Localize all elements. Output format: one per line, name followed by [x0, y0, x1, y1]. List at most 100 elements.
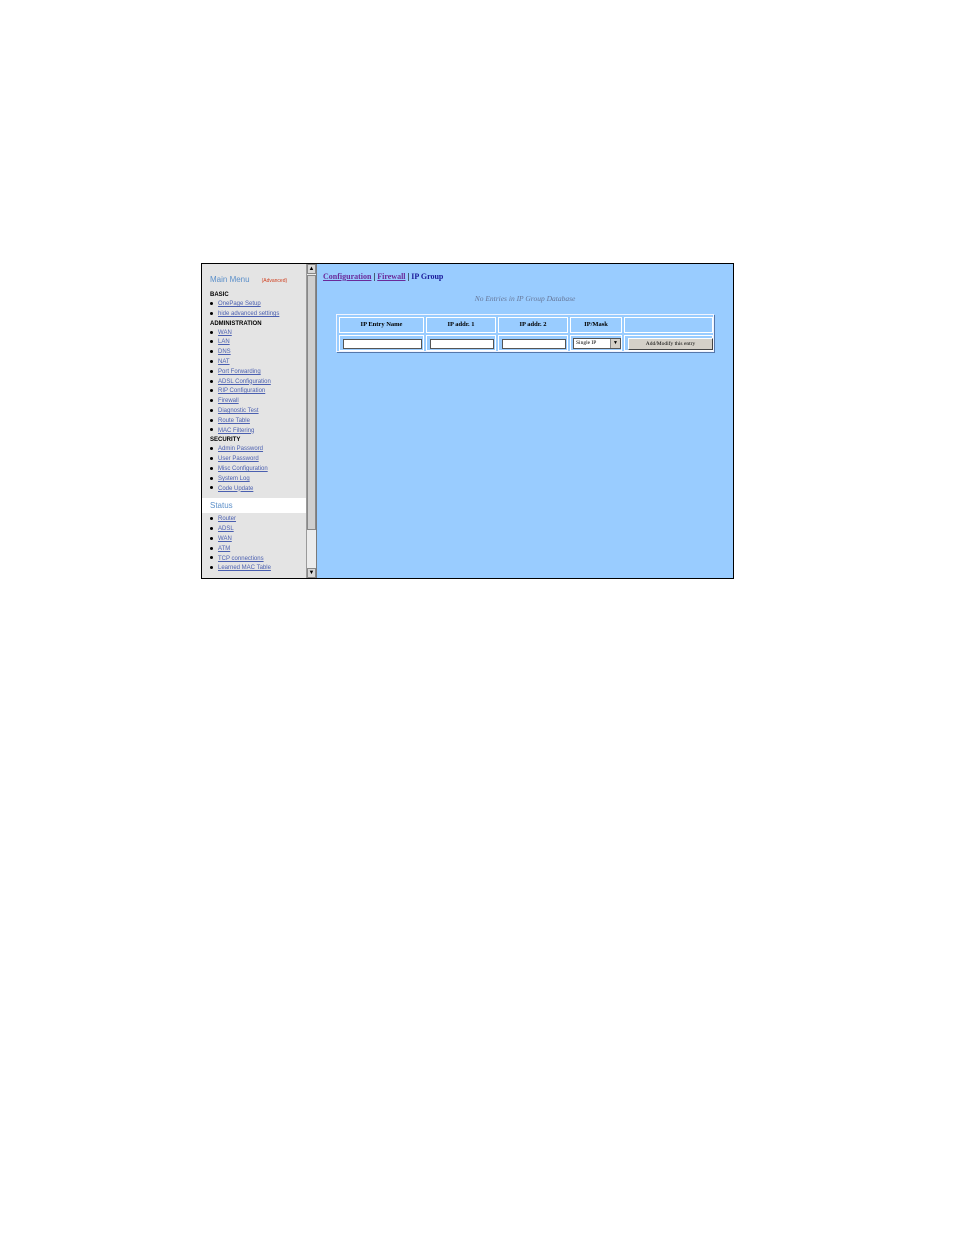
ip-mask-selected-value: Single IP: [576, 340, 597, 346]
list-item: RIP Configuration: [210, 387, 306, 397]
header-ip-addr-1: IP addr. 1: [426, 317, 496, 333]
breadcrumb-current: IP Group: [411, 272, 444, 281]
bullet-icon: [210, 340, 213, 344]
bullet-icon: [210, 359, 213, 363]
down-arrow-icon[interactable]: ▼: [307, 568, 316, 578]
sidebar-item-code-update[interactable]: Code Update: [218, 486, 253, 492]
list-item: System Log: [210, 475, 306, 485]
admin-list: WAN LAN DNS NAT Port Forwarding ADSL Con…: [202, 329, 306, 437]
scrollbar-thumb[interactable]: [307, 275, 316, 530]
sidebar-item-nat[interactable]: NAT: [218, 359, 230, 365]
advanced-tag: (Advanced): [261, 278, 288, 284]
list-item: Misc Configuration: [210, 465, 306, 475]
bullet-icon: [210, 399, 213, 403]
sidebar-item-admin-password[interactable]: Admin Password: [218, 446, 263, 452]
bullet-icon: [210, 536, 213, 540]
status-header: Status: [202, 498, 306, 514]
table-cell: Add/Modify this entry: [624, 335, 713, 351]
sidebar-item-dns[interactable]: DNS: [218, 349, 231, 355]
up-arrow-icon[interactable]: ▲: [307, 264, 316, 274]
list-item: Route Table: [210, 417, 306, 427]
sidebar: Main Menu (Advanced) BASIC OnePage Setup …: [202, 264, 306, 578]
sidebar-item-adsl-configuration[interactable]: ADSL Configuration: [218, 379, 271, 385]
sidebar-item-port-forwarding[interactable]: Port Forwarding: [218, 369, 261, 375]
list-item: ADSL Configuration: [210, 378, 306, 388]
list-item: ADSL: [210, 525, 306, 535]
bullet-icon: [210, 311, 213, 315]
bullet-icon: [210, 418, 213, 422]
sidebar-item-lan[interactable]: LAN: [218, 339, 230, 345]
security-list: Admin Password User Password Misc Config…: [202, 445, 306, 494]
bullet-icon: [210, 389, 213, 393]
bullet-icon: [210, 330, 213, 334]
bullet-icon: [210, 428, 213, 432]
list-item: WAN: [210, 535, 306, 545]
sidebar-item-learned-mac-table[interactable]: Learned MAC Table: [218, 565, 271, 571]
sidebar-item-onepage-setup[interactable]: OnePage Setup: [218, 301, 261, 307]
list-item: OnePage Setup: [210, 300, 306, 310]
list-item: ATM: [210, 545, 306, 555]
sidebar-item-hide-advanced[interactable]: hide advanced settings: [218, 311, 279, 317]
add-modify-entry-button[interactable]: Add/Modify this entry: [628, 338, 713, 350]
bullet-icon: [210, 379, 213, 383]
sidebar-scrollbar[interactable]: ▲ ▼: [306, 264, 317, 578]
status-title: Status: [210, 501, 233, 511]
list-item: Code Update: [210, 485, 306, 495]
sidebar-item-diagnostic-test[interactable]: Diagnostic Test: [218, 408, 259, 414]
sidebar-item-tcp-connections[interactable]: TCP connections: [218, 556, 264, 562]
sidebar-item-wan[interactable]: WAN: [218, 330, 232, 336]
bullet-icon: [210, 447, 213, 451]
sidebar-item-system-log[interactable]: System Log: [218, 476, 250, 482]
bullet-icon: [210, 566, 213, 570]
empty-message: No Entries in IP Group Database: [474, 294, 576, 303]
bullet-icon: [210, 408, 213, 412]
list-item: Admin Password: [210, 445, 306, 455]
sidebar-item-misc-configuration[interactable]: Misc Configuration: [218, 466, 268, 472]
bullet-icon: [210, 369, 213, 373]
status-list: Router ADSL WAN ATM TCP connections Lear…: [202, 515, 306, 574]
header-ip-mask: IP/Mask: [570, 317, 622, 333]
main-menu-title: Main Menu: [210, 275, 250, 284]
ip-addr-2-input[interactable]: [502, 339, 566, 349]
basic-list: OnePage Setup hide advanced settings: [202, 300, 306, 320]
sidebar-item-router[interactable]: Router: [218, 516, 236, 522]
ip-addr-1-input[interactable]: [430, 339, 494, 349]
bullet-icon: [210, 466, 213, 470]
list-item: DNS: [210, 348, 306, 358]
sidebar-item-adsl[interactable]: ADSL: [218, 526, 234, 532]
sidebar-item-status-wan[interactable]: WAN: [218, 536, 232, 542]
list-item: User Password: [210, 455, 306, 465]
bullet-icon: [210, 486, 213, 490]
browser-frame: Main Menu (Advanced) BASIC OnePage Setup …: [201, 263, 734, 579]
header-ip-addr-2: IP addr. 2: [498, 317, 568, 333]
sidebar-item-mac-filtering[interactable]: MAC Filtering: [218, 428, 254, 434]
section-security: SECURITY: [210, 437, 241, 444]
sidebar-item-route-table[interactable]: Route Table: [218, 418, 250, 424]
list-item: Firewall: [210, 397, 306, 407]
chevron-down-icon[interactable]: ▼: [610, 339, 620, 348]
sidebar-item-user-password[interactable]: User Password: [218, 456, 259, 462]
bullet-icon: [210, 350, 213, 354]
section-administration: ADMINISTRATION: [210, 320, 262, 327]
list-item: Router: [210, 515, 306, 525]
bullet-icon: [210, 527, 213, 531]
breadcrumb-configuration[interactable]: Configuration: [323, 272, 371, 281]
sidebar-item-firewall[interactable]: Firewall: [218, 398, 239, 404]
ip-mask-select[interactable]: Single IP ▼: [573, 338, 621, 349]
main-content: Configuration | Firewall | IP Group No E…: [317, 264, 733, 578]
list-item: Diagnostic Test: [210, 407, 306, 417]
list-item: Port Forwarding: [210, 368, 306, 378]
table-cell: Single IP ▼: [570, 335, 622, 351]
bullet-icon: [210, 301, 213, 305]
bullet-icon: [210, 517, 213, 521]
table-cell: [426, 335, 496, 351]
ip-entry-name-input[interactable]: [343, 339, 422, 349]
bullet-icon: [210, 457, 213, 461]
list-item: TCP connections: [210, 555, 306, 565]
sidebar-item-rip-configuration[interactable]: RIP Configuration: [218, 388, 265, 394]
breadcrumb-firewall[interactable]: Firewall: [377, 272, 405, 281]
table-cell: [339, 335, 424, 351]
header-action: [624, 317, 713, 333]
sidebar-item-atm[interactable]: ATM: [218, 546, 230, 552]
header-ip-entry-name: IP Entry Name: [339, 317, 424, 333]
